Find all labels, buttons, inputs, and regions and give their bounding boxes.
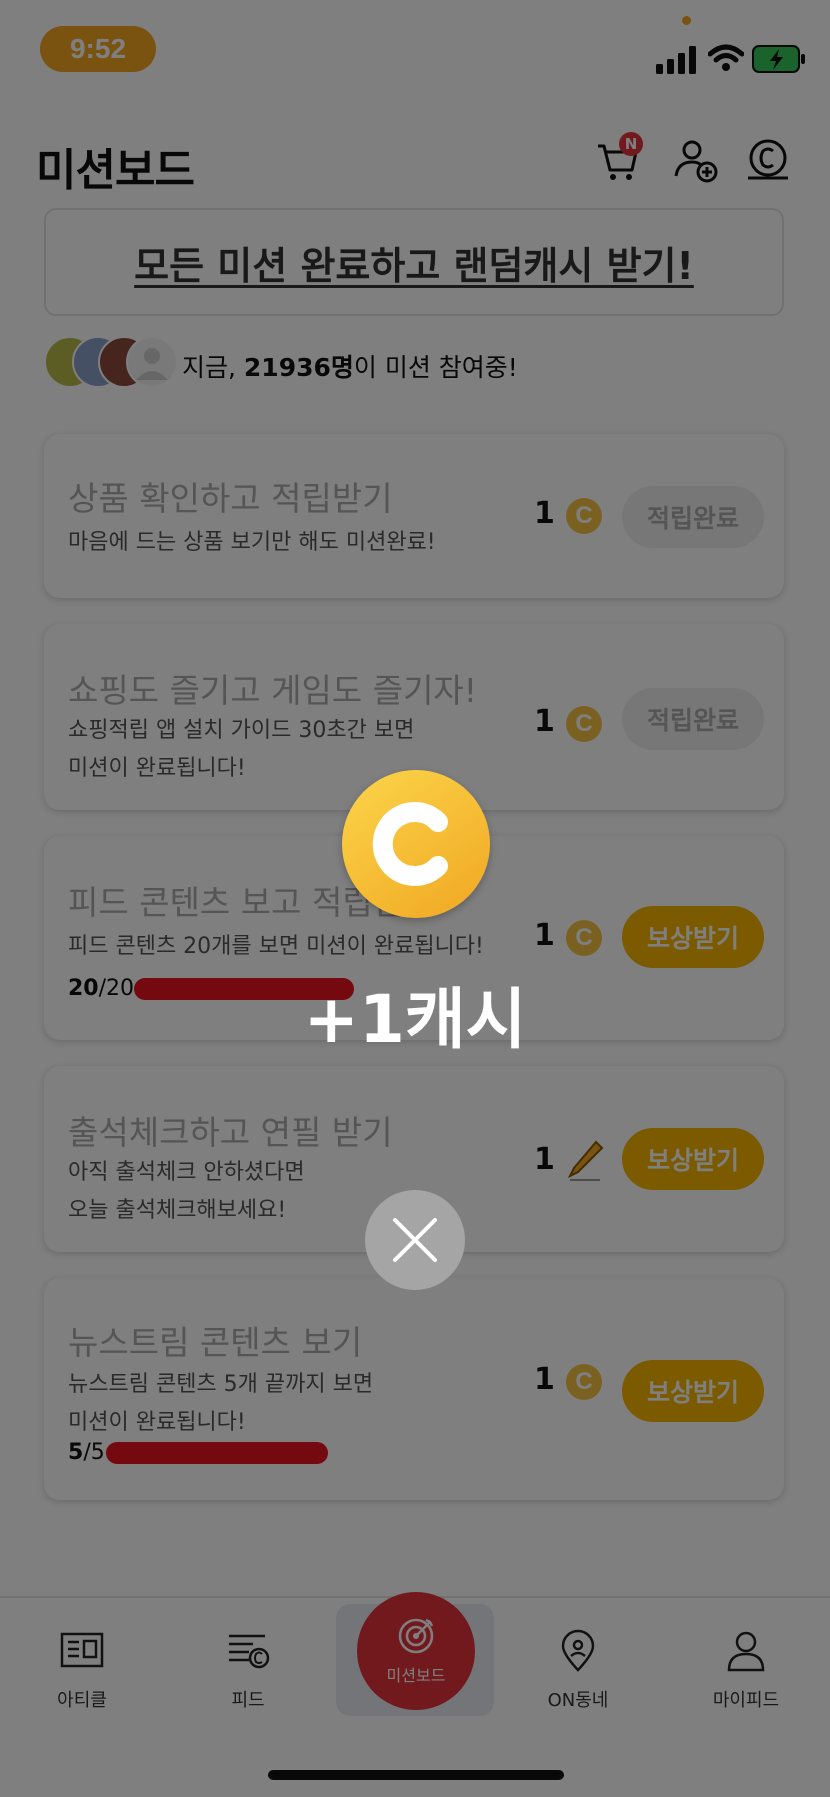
close-popup-button[interactable]	[365, 1190, 465, 1290]
close-icon	[393, 1218, 437, 1262]
reward-text: +1캐시	[303, 981, 527, 1058]
cash-coin-icon	[342, 770, 490, 918]
